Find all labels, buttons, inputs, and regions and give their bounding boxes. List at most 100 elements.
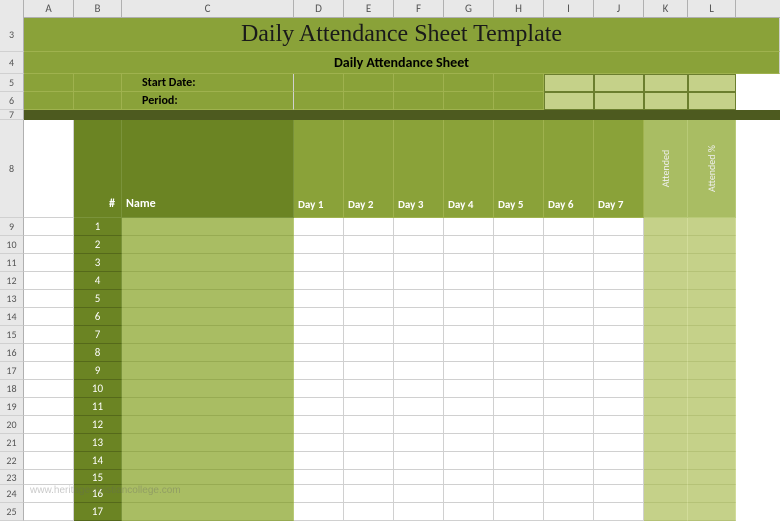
day-cell[interactable] <box>344 272 394 290</box>
attended-pct-cell[interactable] <box>688 434 736 452</box>
row-header[interactable]: 16 <box>0 344 24 362</box>
day-cell[interactable] <box>394 254 444 272</box>
attended-pct-cell[interactable] <box>688 308 736 326</box>
day-cell[interactable] <box>544 362 594 380</box>
cell[interactable] <box>394 74 444 92</box>
day-cell[interactable] <box>344 290 394 308</box>
cell[interactable] <box>24 74 74 92</box>
cell[interactable] <box>24 92 74 110</box>
day-cell[interactable] <box>344 503 394 521</box>
day-cell[interactable] <box>494 434 544 452</box>
day-cell[interactable] <box>394 434 444 452</box>
day-cell[interactable] <box>444 362 494 380</box>
th-day7[interactable]: Day 7 <box>594 120 644 218</box>
day-cell[interactable] <box>444 326 494 344</box>
attended-cell[interactable] <box>644 485 688 503</box>
row-header[interactable]: 25 <box>0 503 24 521</box>
row-header[interactable]: 9 <box>0 218 24 236</box>
day-cell[interactable] <box>444 452 494 470</box>
attended-cell[interactable] <box>644 416 688 434</box>
th-number[interactable]: # <box>74 120 122 218</box>
attended-pct-cell[interactable] <box>688 452 736 470</box>
row-header[interactable]: 22 <box>0 452 24 470</box>
day-cell[interactable] <box>544 326 594 344</box>
day-cell[interactable] <box>494 416 544 434</box>
period-input[interactable] <box>544 92 594 110</box>
day-cell[interactable] <box>544 416 594 434</box>
cell[interactable] <box>294 74 344 92</box>
day-cell[interactable] <box>444 290 494 308</box>
day-cell[interactable] <box>394 452 444 470</box>
attended-pct-cell[interactable] <box>688 326 736 344</box>
attended-pct-cell[interactable] <box>688 485 736 503</box>
attended-pct-cell[interactable] <box>688 380 736 398</box>
day-cell[interactable] <box>494 272 544 290</box>
day-cell[interactable] <box>294 398 344 416</box>
cell[interactable] <box>24 218 74 236</box>
cell[interactable] <box>24 344 74 362</box>
row-header[interactable]: 10 <box>0 236 24 254</box>
name-cell[interactable] <box>122 380 294 398</box>
day-cell[interactable] <box>544 398 594 416</box>
day-cell[interactable] <box>494 218 544 236</box>
col-header-i[interactable]: I <box>544 0 594 18</box>
name-cell[interactable] <box>122 254 294 272</box>
row-header[interactable]: 4 <box>0 52 24 74</box>
day-cell[interactable] <box>294 254 344 272</box>
th-name[interactable]: Name <box>122 120 294 218</box>
th-attended[interactable]: Attended <box>644 120 688 218</box>
start-date-input[interactable] <box>594 74 644 92</box>
day-cell[interactable] <box>544 503 594 521</box>
row-header[interactable]: 19 <box>0 398 24 416</box>
day-cell[interactable] <box>494 344 544 362</box>
day-cell[interactable] <box>444 485 494 503</box>
day-cell[interactable] <box>544 434 594 452</box>
sheet-title[interactable]: Daily Attendance Sheet Template <box>24 18 780 52</box>
day-cell[interactable] <box>394 308 444 326</box>
attended-cell[interactable] <box>644 362 688 380</box>
attended-pct-cell[interactable] <box>688 218 736 236</box>
row-number[interactable]: 5 <box>74 290 122 308</box>
row-header[interactable]: 12 <box>0 272 24 290</box>
cell[interactable] <box>344 92 394 110</box>
period-input[interactable] <box>688 92 736 110</box>
day-cell[interactable] <box>294 503 344 521</box>
day-cell[interactable] <box>594 290 644 308</box>
day-cell[interactable] <box>594 416 644 434</box>
name-cell[interactable] <box>122 290 294 308</box>
name-cell[interactable] <box>122 416 294 434</box>
day-cell[interactable] <box>444 503 494 521</box>
row-header[interactable]: 11 <box>0 254 24 272</box>
row-number[interactable]: 10 <box>74 380 122 398</box>
cell[interactable] <box>24 326 74 344</box>
name-cell[interactable] <box>122 470 294 485</box>
name-cell[interactable] <box>122 362 294 380</box>
day-cell[interactable] <box>494 308 544 326</box>
cell[interactable] <box>24 470 74 485</box>
day-cell[interactable] <box>344 398 394 416</box>
name-cell[interactable] <box>122 272 294 290</box>
row-header[interactable]: 17 <box>0 362 24 380</box>
cell[interactable] <box>444 74 494 92</box>
row-header[interactable]: 23 <box>0 470 24 485</box>
period-input[interactable] <box>594 92 644 110</box>
row-header[interactable]: 13 <box>0 290 24 308</box>
cell[interactable] <box>24 120 74 218</box>
day-cell[interactable] <box>344 434 394 452</box>
cell[interactable] <box>24 416 74 434</box>
day-cell[interactable] <box>344 254 394 272</box>
name-cell[interactable] <box>122 503 294 521</box>
day-cell[interactable] <box>594 470 644 485</box>
attended-pct-cell[interactable] <box>688 254 736 272</box>
col-header-f[interactable]: F <box>394 0 444 18</box>
name-cell[interactable] <box>122 326 294 344</box>
row-number[interactable]: 11 <box>74 398 122 416</box>
th-day6[interactable]: Day 6 <box>544 120 594 218</box>
day-cell[interactable] <box>444 218 494 236</box>
row-number[interactable]: 17 <box>74 503 122 521</box>
day-cell[interactable] <box>444 308 494 326</box>
day-cell[interactable] <box>294 452 344 470</box>
day-cell[interactable] <box>594 326 644 344</box>
name-cell[interactable] <box>122 434 294 452</box>
col-header-e[interactable]: E <box>344 0 394 18</box>
